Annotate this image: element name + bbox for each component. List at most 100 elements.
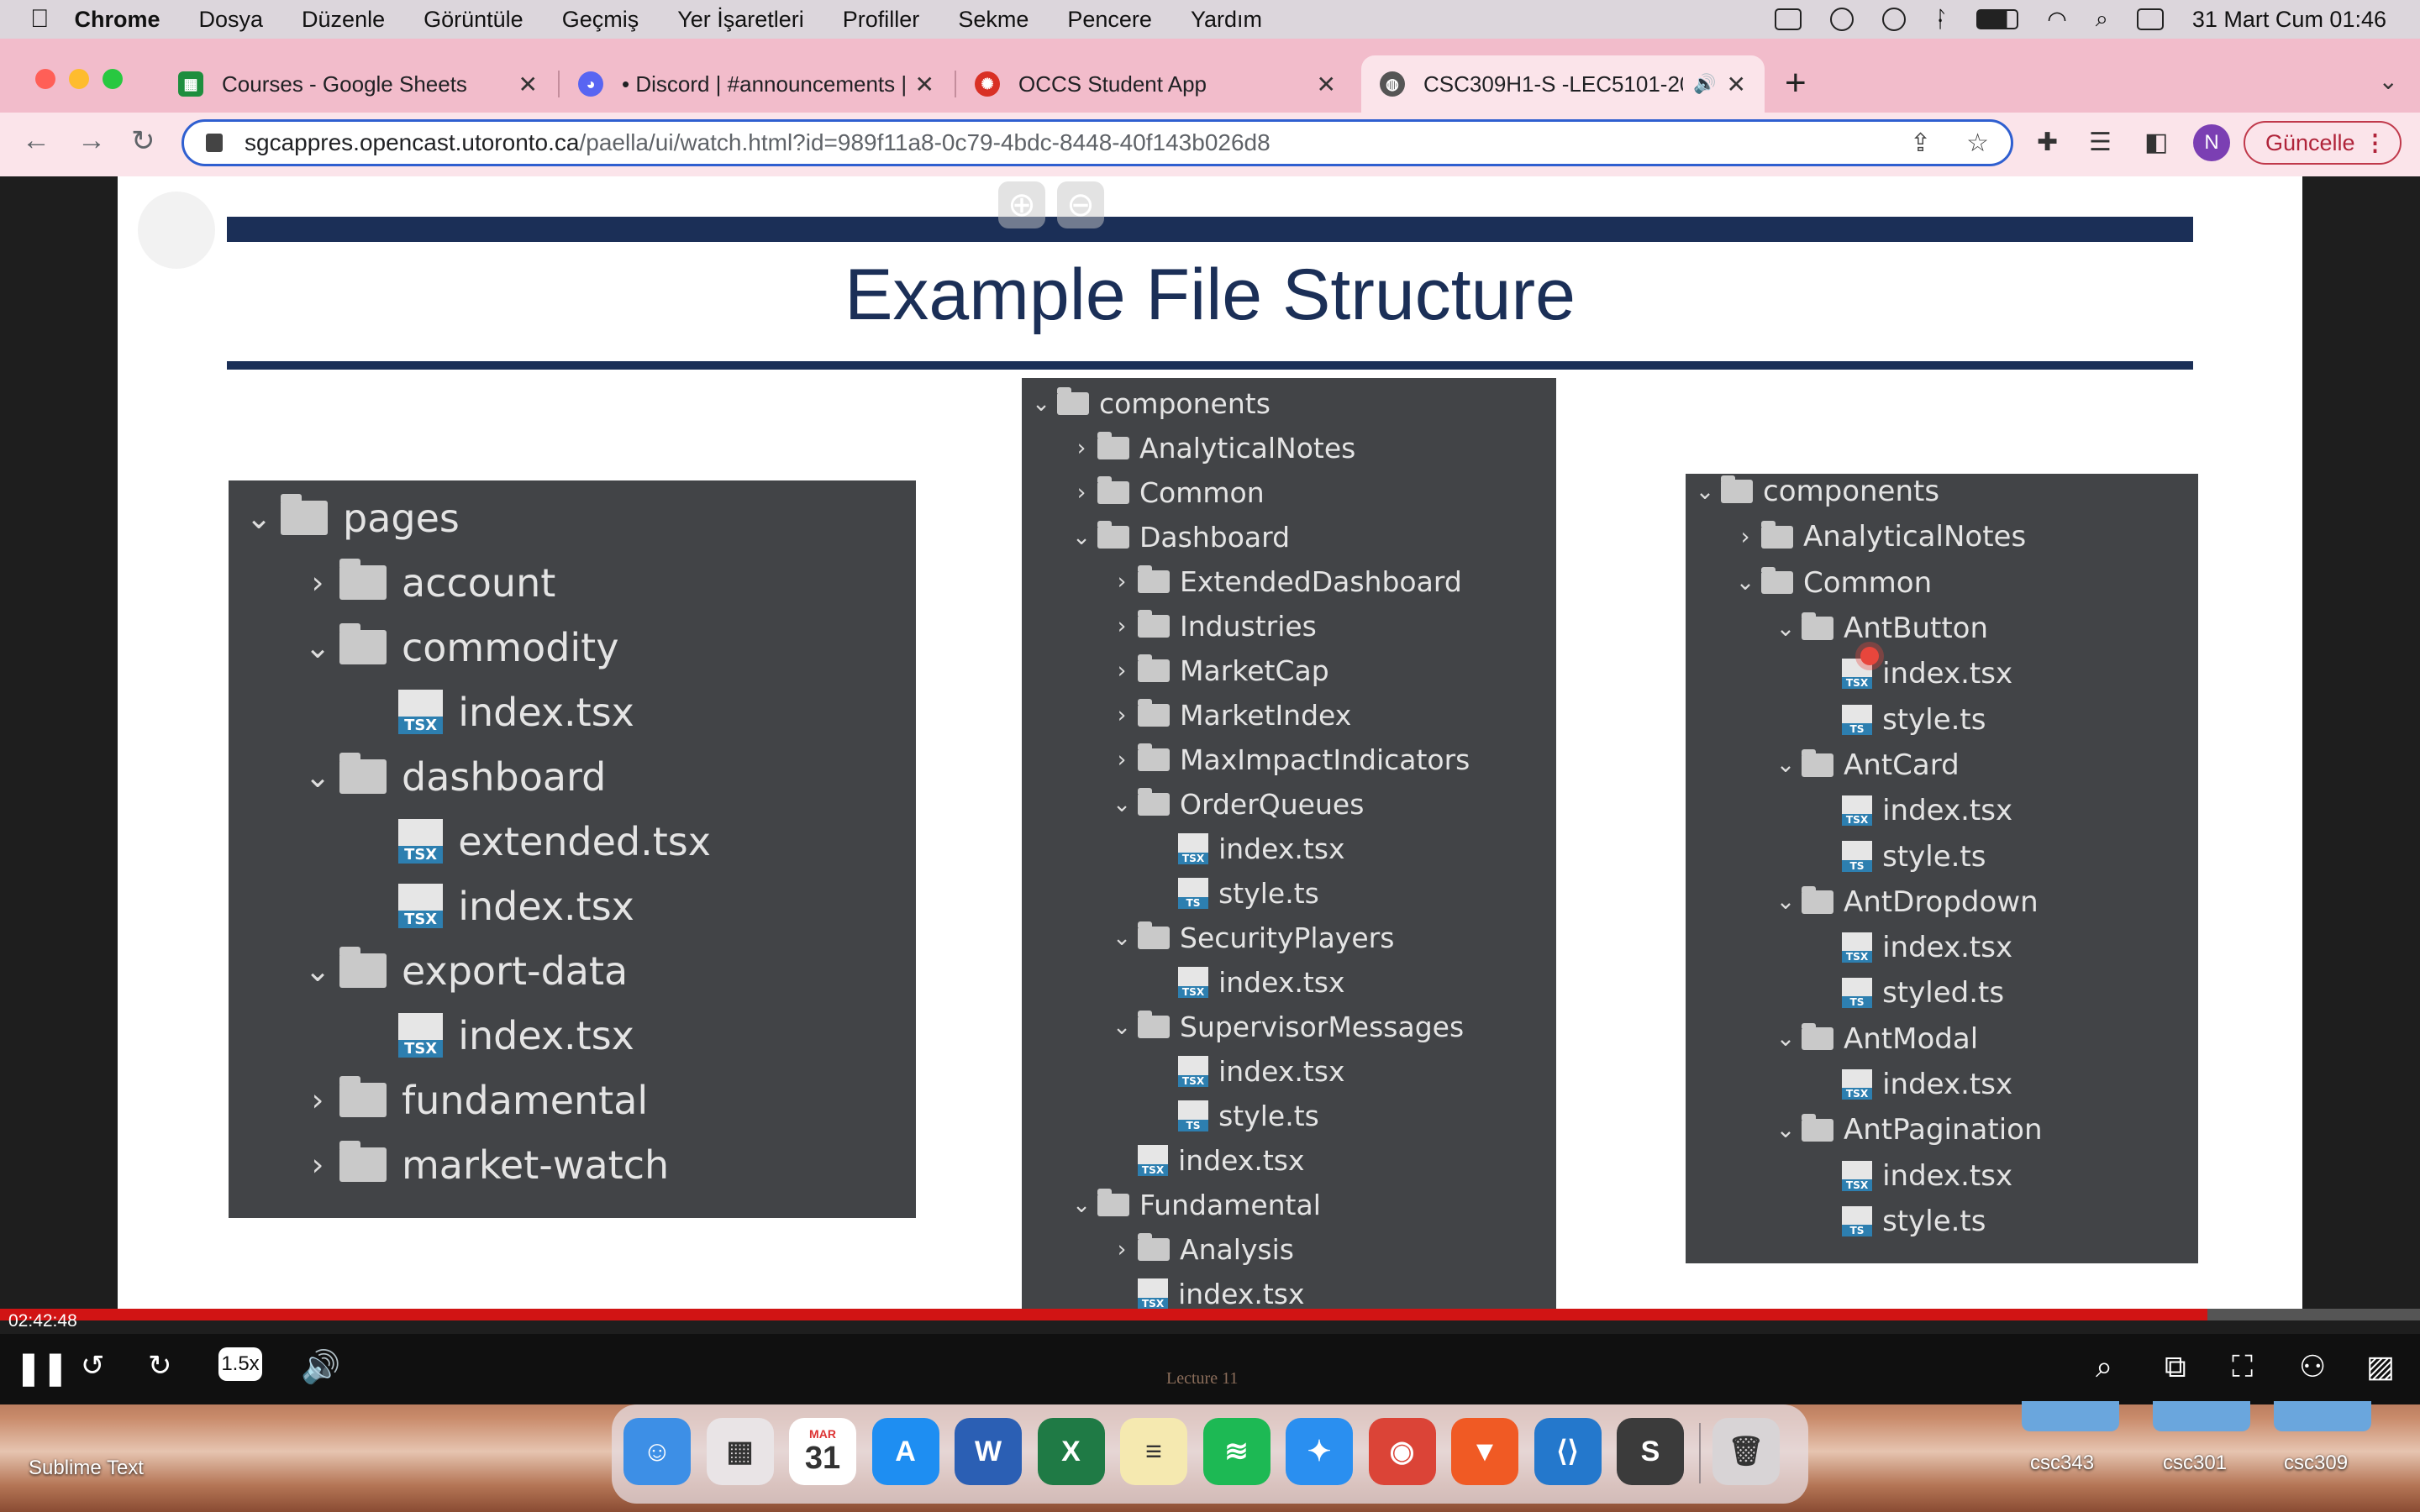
share-icon[interactable]: ⇪ [1910,129,1931,158]
address-bar[interactable]: sgcappres.opencast.utoronto.ca/paella/ui… [182,119,2013,166]
back-button[interactable]: ← [22,124,50,157]
image-gallery-icon[interactable]: ▨ [2366,1349,2395,1384]
chevron-down-icon: ⌄ [1776,752,1796,779]
ts-file-icon: TS [1842,704,1873,735]
rewind-10-icon[interactable]: ↺ [81,1349,105,1383]
browser-toolbar: ← → ↻ sgcappres.opencast.utoronto.ca/pae… [0,113,2420,176]
speaker-playing-icon[interactable]: 🔊 [1693,73,1716,95]
menu-history[interactable]: Geçmiş [562,7,639,33]
tab-label: • Discord | #announcements | C [622,71,905,97]
menu-window[interactable]: Pencere [1067,7,1152,33]
close-window-button[interactable] [35,69,55,89]
close-tab-icon[interactable]: ✕ [1317,71,1336,98]
tree-item-label: index.tsx [1178,1278,1305,1310]
update-button[interactable]: Güncelle ⋮ [2244,121,2402,165]
safari-dock-icon[interactable]: ✦ [1286,1418,1353,1485]
menu-clock[interactable]: 31 Mart Cum 01:46 [2192,7,2386,33]
menu-help[interactable]: Yardım [1191,7,1262,33]
desktop-folder-icon[interactable] [2153,1401,2250,1431]
menu-file[interactable]: Dosya [199,7,264,33]
fullscreen-icon[interactable]: ⛶ [2232,1349,2253,1385]
calendar-dock-icon[interactable]: MAR 31 [789,1418,856,1485]
tree-item-label: MarketCap [1180,654,1329,687]
volume-icon[interactable]: 🔊 [301,1349,340,1386]
menu-bar:  Chrome Dosya Düzenle Görüntüle Geçmiş … [0,0,2420,39]
menu-tab[interactable]: Sekme [958,7,1028,33]
menu-profiles[interactable]: Profiller [843,7,920,33]
new-tab-button[interactable]: + [1785,62,1807,104]
spotlight-search-icon[interactable]: ⌕ [2096,6,2108,33]
now-playing-icon[interactable] [1882,8,1906,31]
desktop-folder-label[interactable]: csc301 [2163,1452,2227,1475]
tree-item-label: style.ts [1218,877,1319,910]
chevron-right-icon: › [1117,702,1127,728]
launchpad-dock-icon[interactable]: ▦ [706,1418,774,1485]
play-overlay-icon[interactable] [138,192,215,269]
word-dock-icon[interactable]: W [955,1418,1022,1485]
desktop-folder-label[interactable]: csc309 [2284,1452,2348,1475]
lock-icon[interactable] [206,134,223,152]
tab-csc309-lecture[interactable]: ◍ CSC309H1-S -LEC5101-20 🔊 ✕ [1361,55,1765,113]
close-tab-icon[interactable]: ✕ [915,71,934,98]
spotify-dock-icon[interactable]: ≋ [1202,1418,1270,1485]
forward-30-icon[interactable]: ↻ [148,1349,172,1383]
zoom-in-icon[interactable]: ⊕ [998,181,1045,228]
tab-discord[interactable]: ◕ • Discord | #announcements | C ✕ [560,55,953,113]
apple-menu-icon[interactable]:  [30,5,50,34]
bluetooth-icon[interactable]: ᛛ [1934,7,1948,33]
tsx-file-icon: TSX [398,883,444,929]
close-tab-icon[interactable]: ✕ [518,71,538,98]
tsx-file-icon: TSX [1178,833,1209,864]
tab-courses-sheets[interactable]: ▦ Courses - Google Sheets ✕ [160,55,556,113]
binoculars-icon[interactable]: ⚇ [2299,1349,2326,1384]
video-progress-bar[interactable] [0,1309,2420,1320]
keyboard-status-icon[interactable] [1775,8,1802,30]
folder-icon [1097,521,1129,549]
menu-view[interactable]: Görüntüle [424,7,523,33]
notes-dock-icon[interactable]: ≡ [1120,1418,1187,1485]
forward-button[interactable]: → [77,124,106,157]
bookmark-star-icon[interactable]: ☆ [1966,129,1989,158]
tree-item-label: extended.tsx [458,818,711,864]
menu-edit[interactable]: Düzenle [302,7,385,33]
trash-dock-icon[interactable]: 🗑 [1712,1418,1780,1485]
tree-folder-item: › MarketIndex [1106,693,1352,738]
extensions-puzzle-icon[interactable]: ✚ [2037,128,2058,157]
zoom-magnifier-icon[interactable]: ⌕ [2096,1349,2112,1385]
desktop-folder-label[interactable]: csc343 [2030,1452,2094,1475]
tab-occs-student-app[interactable]: ✺ OCCS Student App ✕ [956,55,1355,113]
airpods-icon[interactable] [1830,8,1854,31]
side-panel-icon[interactable]: ◧ [2144,128,2168,157]
finder-dock-icon[interactable]: ☺ [623,1418,691,1485]
reload-button[interactable]: ↻ [131,124,155,158]
pause-icon[interactable]: ❚❚ [15,1349,69,1387]
minimize-window-button[interactable] [69,69,89,89]
folder-icon [339,623,387,664]
tree-item-label: index.tsx [1882,931,2013,965]
zoom-window-button[interactable] [103,69,123,89]
zoom-out-icon[interactable]: ⊖ [1057,181,1104,228]
control-center-icon[interactable] [2136,8,2164,30]
slide-zoom-controls: ⊕ ⊖ [998,181,1104,228]
menu-app-name[interactable]: Chrome [75,7,160,33]
folder-icon [1138,1011,1170,1039]
app-store-dock-icon[interactable]: A [871,1418,939,1485]
sublime-dock-icon[interactable]: S [1617,1418,1684,1485]
reading-list-icon[interactable]: ☰ [2089,128,2112,157]
vscode-dock-icon[interactable]: ⟨⟩ [1534,1418,1602,1485]
desktop-folder-icon[interactable] [2274,1401,2371,1431]
menu-bookmarks[interactable]: Yer İşaretleri [677,7,804,33]
picture-in-picture-icon[interactable]: ⧉ [2165,1349,2186,1385]
lecture-slide[interactable]: Example File Structure ⌄ pages › account ⌄ co… [118,176,2302,1312]
close-tab-icon[interactable]: ✕ [1727,71,1746,98]
wifi-icon[interactable]: ◠ [2047,7,2067,33]
profile-avatar[interactable]: N [2193,124,2230,161]
battery-icon[interactable] [1976,9,2019,29]
excel-dock-icon[interactable]: X [1037,1418,1105,1485]
playback-speed-button[interactable]: 1.5x [218,1347,262,1381]
chrome-dock-icon[interactable]: ◉ [1368,1418,1436,1485]
brave-dock-icon[interactable]: ▼ [1451,1418,1518,1485]
desktop-folder-icon[interactable] [2022,1401,2119,1431]
tab-search-chevron-icon[interactable]: ⌄ [2379,67,2398,95]
more-menu-icon[interactable]: ⋮ [2364,130,2386,156]
